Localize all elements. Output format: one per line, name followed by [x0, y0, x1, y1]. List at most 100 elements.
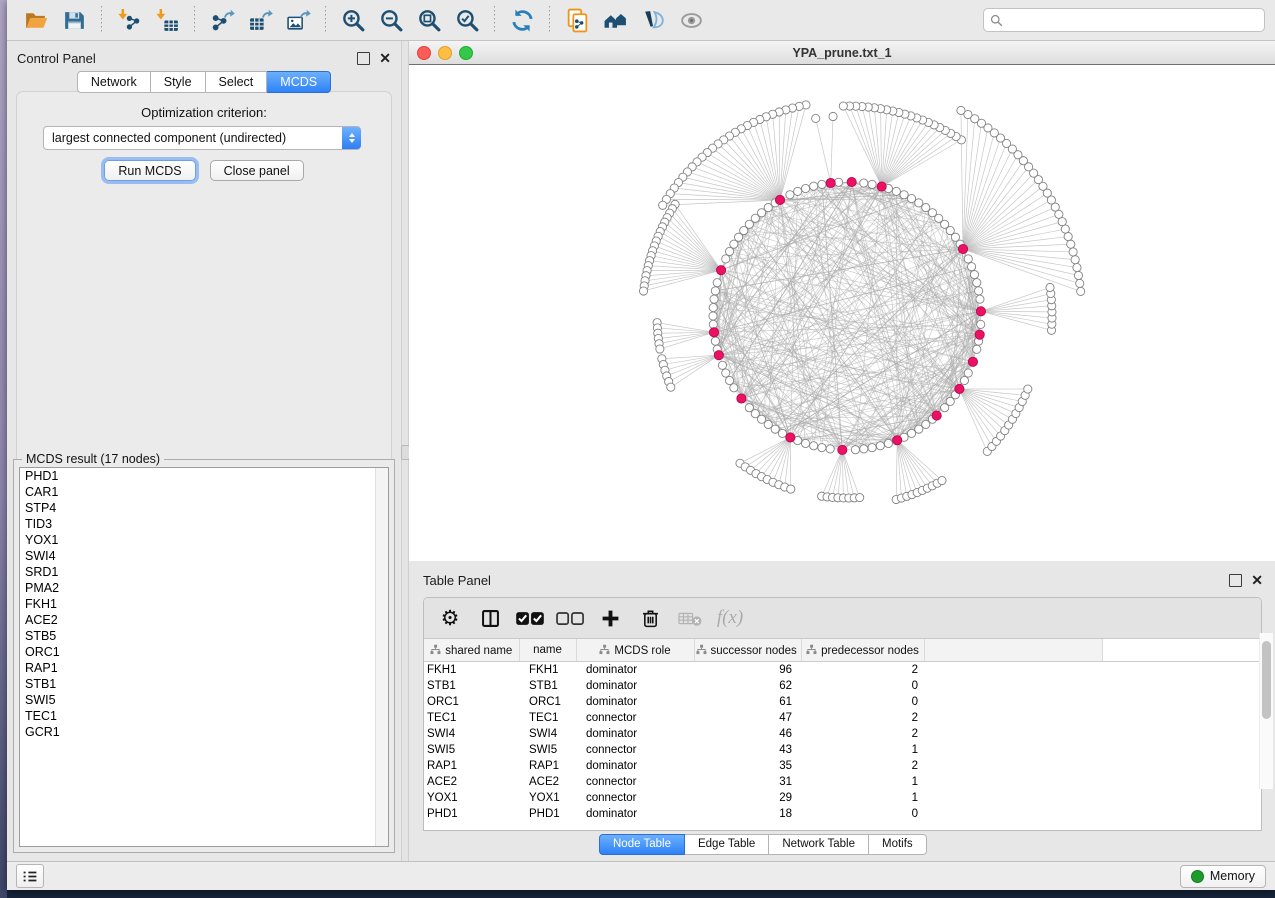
cell-shared-name[interactable]: STB1 [424, 678, 519, 694]
mcds-result-item[interactable]: SWI4 [20, 548, 388, 564]
cell-MCDS-role[interactable]: connector [576, 742, 694, 758]
cell-predecessor-nodes[interactable]: 0 [801, 678, 924, 694]
mcds-result-list[interactable]: PHD1CAR1STP4TID3YOX1SWI4SRD1PMA2FKH1ACE2… [19, 467, 389, 847]
mcds-result-item[interactable]: YOX1 [20, 532, 388, 548]
network-node[interactable] [709, 303, 717, 311]
cell-MCDS-role[interactable]: dominator [576, 694, 694, 710]
cell-predecessor-nodes[interactable]: 2 [801, 662, 924, 679]
import-network-icon[interactable] [112, 5, 146, 35]
cell-predecessor-nodes[interactable]: 2 [801, 710, 924, 726]
network-node[interactable] [810, 182, 818, 190]
network-node[interactable] [667, 383, 675, 391]
cell-MCDS-role[interactable]: connector [576, 710, 694, 726]
mcds-result-item[interactable]: SRD1 [20, 564, 388, 580]
table-row[interactable]: ACE2ACE2connector311 [424, 774, 1261, 790]
mcds-node[interactable] [714, 351, 723, 360]
network-node[interactable] [970, 270, 978, 278]
zoom-fit-icon[interactable] [412, 5, 446, 35]
network-node[interactable] [1071, 256, 1079, 264]
cell-name[interactable]: PHD1 [519, 806, 576, 822]
network-node[interactable] [801, 439, 809, 447]
cell-shared-name[interactable]: SWI4 [424, 726, 519, 742]
network-node[interactable] [639, 287, 647, 295]
new-network-view-icon[interactable] [560, 5, 594, 35]
table-row[interactable]: SWI5SWI5connector431 [424, 742, 1261, 758]
cell-name[interactable]: SWI4 [519, 726, 576, 742]
network-graph[interactable] [409, 65, 1275, 560]
mcds-node[interactable] [737, 394, 746, 403]
network-node[interactable] [801, 184, 809, 192]
network-node[interactable] [826, 445, 834, 453]
mcds-node[interactable] [976, 307, 985, 316]
mcds-result-item[interactable]: SWI5 [20, 692, 388, 708]
network-node[interactable] [1077, 287, 1085, 295]
search-box[interactable] [983, 8, 1265, 32]
mcds-node[interactable] [893, 436, 902, 445]
cell-shared-name[interactable]: SWI5 [424, 742, 519, 758]
mcds-result-item[interactable]: PMA2 [20, 580, 388, 596]
cell-predecessor-nodes[interactable]: 1 [801, 790, 924, 806]
cell-shared-name[interactable]: TEC1 [424, 710, 519, 726]
network-node[interactable] [967, 263, 975, 271]
export-network-icon[interactable] [205, 5, 239, 35]
mcds-result-item[interactable]: PHD1 [20, 468, 388, 484]
network-node[interactable] [1024, 385, 1032, 393]
cell-shared-name[interactable]: RAP1 [424, 758, 519, 774]
float-panel-icon[interactable] [357, 52, 370, 65]
network-node[interactable] [713, 279, 721, 287]
network-node[interactable] [860, 445, 868, 453]
network-node[interactable] [957, 106, 965, 114]
network-node[interactable] [718, 361, 726, 369]
refresh-network-icon[interactable] [505, 5, 539, 35]
network-node[interactable] [964, 369, 972, 377]
export-table-icon[interactable] [243, 5, 277, 35]
network-node[interactable] [710, 295, 718, 303]
network-node[interactable] [659, 201, 667, 209]
table-tab-motifs[interactable]: Motifs [869, 834, 927, 855]
tab-network[interactable]: Network [77, 71, 151, 93]
mcds-node[interactable] [975, 330, 984, 339]
split-columns-icon[interactable] [475, 603, 505, 633]
network-node[interactable] [810, 442, 818, 450]
network-node[interactable] [856, 493, 864, 501]
network-node[interactable] [1067, 240, 1075, 248]
network-node[interactable] [834, 178, 842, 186]
cell-predecessor-nodes[interactable]: 0 [801, 806, 924, 822]
search-input[interactable] [1008, 12, 1258, 28]
close-panel-button[interactable]: Close panel [210, 160, 304, 181]
network-node[interactable] [938, 476, 946, 484]
network-node[interactable] [1064, 232, 1072, 240]
cell-successor-nodes[interactable]: 35 [694, 758, 801, 774]
network-node[interactable] [975, 287, 983, 295]
mcds-list-scrollbar[interactable] [375, 468, 388, 846]
table-row[interactable]: ORC1ORC1dominator610 [424, 694, 1261, 710]
table-row[interactable]: SWI4SWI4dominator462 [424, 726, 1261, 742]
save-session-icon[interactable] [57, 5, 91, 35]
tab-mcds[interactable]: MCDS [267, 71, 331, 93]
cell-name[interactable]: SWI5 [519, 742, 576, 758]
network-node[interactable] [876, 442, 884, 450]
mcds-result-item[interactable]: ORC1 [20, 644, 388, 660]
cell-successor-nodes[interactable]: 61 [694, 694, 801, 710]
network-node[interactable] [976, 295, 984, 303]
export-image-icon[interactable] [281, 5, 315, 35]
close-panel-icon[interactable]: ✕ [379, 53, 391, 64]
table-row[interactable]: RAP1RAP1dominator352 [424, 758, 1261, 774]
tab-style[interactable]: Style [151, 71, 206, 93]
network-node[interactable] [786, 191, 794, 199]
show-all-views-icon[interactable] [598, 5, 632, 35]
float-table-panel-icon[interactable] [1229, 574, 1242, 587]
network-node[interactable] [709, 312, 717, 320]
table-scrollbar-thumb[interactable] [1262, 641, 1271, 719]
cell-name[interactable]: YOX1 [519, 790, 576, 806]
vizmapper-icon[interactable] [636, 5, 670, 35]
mcds-result-item[interactable]: GCR1 [20, 724, 388, 740]
network-node[interactable] [725, 247, 733, 255]
network-node[interactable] [851, 446, 859, 454]
network-node[interactable] [973, 345, 981, 353]
mcds-node[interactable] [838, 445, 847, 454]
network-node[interactable] [771, 425, 779, 433]
add-column-icon[interactable] [595, 603, 625, 633]
network-node[interactable] [829, 112, 837, 120]
table-scrollbar[interactable] [1259, 633, 1273, 789]
